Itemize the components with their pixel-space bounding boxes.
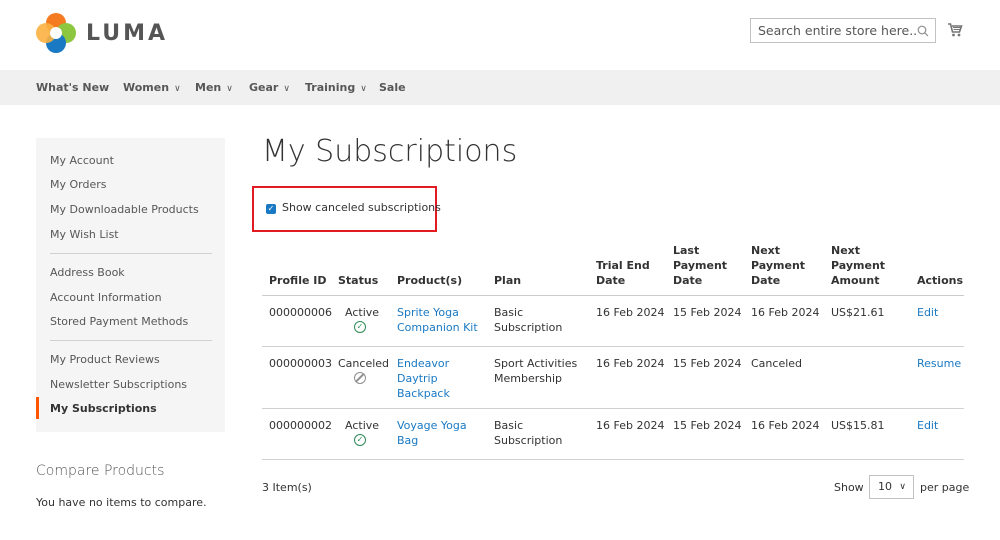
nav-item-whats-new[interactable]: What's New (36, 70, 109, 105)
sidebar-item-stored-payment-methods[interactable]: Stored Payment Methods (50, 315, 188, 328)
search-field[interactable] (750, 18, 936, 43)
chevron-down-icon: ∨ (360, 84, 367, 94)
nav-item-gear[interactable]: Gear ∨ (249, 70, 290, 105)
main-navigation: What's New Women ∨ Men ∨ Gear ∨ Training ∨ S… (0, 70, 1000, 105)
sidebar-item-product-reviews[interactable]: My Product Reviews (50, 353, 160, 366)
plan-cell: Basic (494, 419, 524, 432)
compare-title: Compare Products (36, 463, 165, 479)
chevron-down-icon: ∨ (226, 84, 233, 94)
profile-id-cell: 000000003 (269, 357, 332, 370)
cart-icon[interactable] (947, 22, 963, 38)
column-header-profile-id: Profile ID (269, 274, 327, 287)
status-cell: Active (345, 419, 380, 432)
sidebar-item-my-account[interactable]: My Account (50, 154, 114, 167)
amount-cell: US$21.61 (831, 306, 885, 319)
product-link[interactable]: Endeavor (397, 356, 449, 371)
per-page-value: 10 (878, 480, 892, 493)
sidebar-item-account-information[interactable]: Account Information (50, 291, 162, 304)
plan-cell: Subscription (494, 434, 563, 447)
sidebar-item-my-orders[interactable]: My Orders (50, 178, 107, 191)
column-header-products: Product(s) (397, 274, 463, 287)
next-payment-cell: 16 Feb 2024 (751, 306, 820, 319)
status-cell: Canceled (338, 357, 390, 370)
logo-text: LUMA (86, 21, 169, 46)
product-link[interactable]: Sprite Yoga (397, 305, 459, 320)
search-icon[interactable] (917, 25, 929, 37)
nav-item-men[interactable]: Men ∨ (195, 70, 233, 105)
chevron-down-icon: ∨ (174, 84, 181, 94)
per-page-label: per page (920, 481, 970, 494)
product-link[interactable]: Companion Kit (397, 320, 478, 335)
show-canceled-label[interactable]: Show canceled subscriptions (282, 201, 441, 214)
column-header-actions: Actions (917, 274, 963, 287)
resume-link[interactable]: Resume (917, 356, 961, 371)
show-canceled-highlight: ✓ Show canceled subscriptions (252, 186, 441, 232)
search-input[interactable] (751, 19, 918, 42)
plan-cell: Basic (494, 306, 524, 319)
page-title: My Subscriptions (262, 134, 518, 169)
product-link[interactable]: Voyage Yoga (397, 418, 467, 433)
table-header-divider (262, 295, 964, 296)
show-label: Show (834, 481, 864, 494)
plan-cell: Sport Activities (494, 357, 578, 370)
luma-logo-icon (36, 13, 76, 53)
nav-item-women[interactable]: Women ∨ (123, 70, 181, 105)
column-header-status: Status (338, 274, 379, 287)
plan-cell: Membership (494, 372, 562, 385)
item-count: 3 Item(s) (262, 481, 312, 494)
active-indicator (36, 397, 39, 419)
profile-id-cell: 000000002 (269, 419, 332, 432)
last-payment-cell: 15 Feb 2024 (673, 357, 742, 370)
row-divider (262, 408, 964, 409)
canceled-icon (354, 372, 366, 384)
trial-end-cell: 16 Feb 2024 (596, 419, 665, 432)
product-link[interactable]: Daytrip (397, 371, 438, 386)
row-divider (262, 346, 964, 347)
amount-cell: US$15.81 (831, 419, 885, 432)
status-cell: Active (345, 306, 380, 319)
column-header-trial-end-date: Trial End Date (596, 259, 650, 287)
sidebar-item-my-subscriptions: My Subscriptions (50, 402, 157, 415)
next-payment-cell: Canceled (751, 357, 803, 370)
product-link[interactable]: Backpack (397, 386, 450, 401)
column-header-next-payment-date: Next Payment Date (751, 244, 806, 287)
show-canceled-checkbox[interactable]: ✓ (266, 204, 276, 214)
checkmark-icon: ✓ (267, 204, 275, 213)
chevron-down-icon: ∨ (899, 482, 906, 492)
sidebar-item-newsletter-subscriptions[interactable]: Newsletter Subscriptions (50, 378, 187, 391)
next-payment-cell: 16 Feb 2024 (751, 419, 820, 432)
account-sidebar: My Account My Orders My Downloadable Pro… (36, 138, 225, 432)
nav-item-training[interactable]: Training ∨ (305, 70, 367, 105)
column-header-plan: Plan (494, 274, 522, 287)
product-link[interactable]: Bag (397, 433, 418, 448)
active-check-icon: ✓ (354, 321, 366, 333)
plan-cell: Subscription (494, 321, 563, 334)
divider (50, 253, 212, 254)
column-header-last-payment-date: Last Payment Date (673, 244, 728, 287)
trial-end-cell: 16 Feb 2024 (596, 306, 665, 319)
edit-link[interactable]: Edit (917, 305, 938, 320)
nav-item-sale[interactable]: Sale (379, 70, 406, 105)
logo[interactable]: LUMA (36, 13, 166, 53)
compare-empty-text: You have no items to compare. (36, 496, 207, 509)
chevron-down-icon: ∨ (283, 84, 290, 94)
trial-end-cell: 16 Feb 2024 (596, 357, 665, 370)
sidebar-item-downloadable-products[interactable]: My Downloadable Products (50, 203, 199, 216)
profile-id-cell: 000000006 (269, 306, 332, 319)
column-header-next-payment-amount: Next Payment Amount (831, 244, 886, 287)
sidebar-item-address-book[interactable]: Address Book (50, 266, 125, 279)
active-check-icon: ✓ (354, 434, 366, 446)
last-payment-cell: 15 Feb 2024 (673, 419, 742, 432)
sidebar-item-wish-list[interactable]: My Wish List (50, 228, 119, 241)
last-payment-cell: 15 Feb 2024 (673, 306, 742, 319)
row-divider (262, 459, 964, 460)
divider (50, 340, 212, 341)
edit-link[interactable]: Edit (917, 418, 938, 433)
per-page-select[interactable]: 10 ∨ (869, 475, 914, 499)
